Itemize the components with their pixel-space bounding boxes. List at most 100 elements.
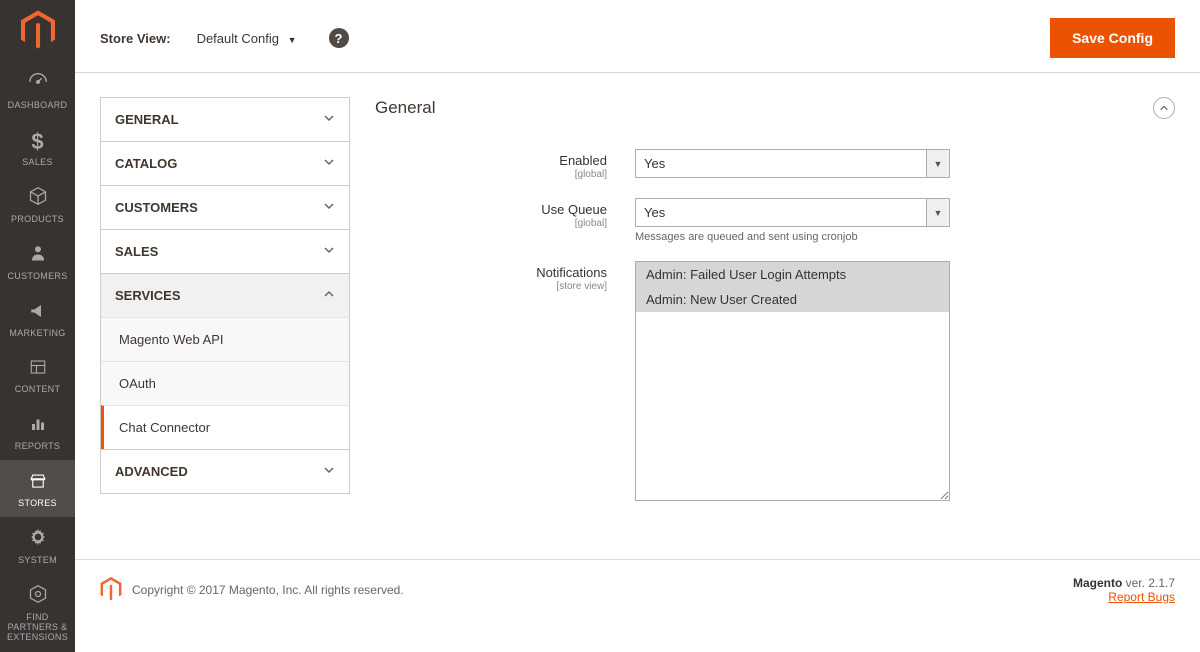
sidebar-item-sales[interactable]: $ SALES	[0, 119, 75, 176]
sidebar-label: SYSTEM	[18, 556, 57, 566]
save-config-button[interactable]: Save Config	[1050, 18, 1175, 58]
config-nav-link-oauth[interactable]: OAuth	[101, 361, 349, 405]
magento-logo-small	[100, 577, 122, 604]
config-nav-section-general: GENERAL	[101, 98, 349, 142]
field-input-col: Yes ▼	[635, 149, 950, 178]
multiselect-option[interactable]: Admin: Failed User Login Attempts	[636, 262, 949, 287]
sidebar-label: STORES	[18, 499, 57, 509]
field-row-enabled: Enabled [global] Yes ▼	[375, 149, 1175, 180]
sidebar-item-reports[interactable]: REPORTS	[0, 403, 75, 460]
gear-icon	[28, 527, 48, 553]
config-nav-header[interactable]: GENERAL	[101, 98, 349, 141]
sidebar-label: CUSTOMERS	[7, 272, 67, 282]
sidebar-item-partners[interactable]: FIND PARTNERS & EXTENSIONS	[0, 574, 75, 651]
megaphone-icon	[28, 300, 48, 326]
multiselect-option[interactable]: Admin: New User Created	[636, 287, 949, 312]
sidebar-label: MARKETING	[9, 329, 65, 339]
config-nav-section-catalog: CATALOG	[101, 142, 349, 186]
field-scope: [global]	[375, 218, 607, 229]
sidebar-item-marketing[interactable]: MARKETING	[0, 290, 75, 347]
field-label-col: Notifications [store view]	[375, 261, 635, 292]
sidebar-label: PRODUCTS	[11, 215, 64, 225]
sidebar-item-dashboard[interactable]: DASHBOARD	[0, 60, 75, 119]
sidebar-item-content[interactable]: CONTENT	[0, 346, 75, 403]
field-label: Use Queue	[541, 202, 607, 217]
field-row-notifications: Notifications [store view] Admin: Failed…	[375, 261, 1175, 501]
store-icon	[28, 470, 48, 496]
sidebar-label: CONTENT	[15, 385, 61, 395]
copyright-text: Copyright © 2017 Magento, Inc. All right…	[132, 583, 404, 597]
config-panel: General Enabled [global] Yes ▼ Use Queue	[375, 97, 1175, 519]
select-value: Yes	[635, 149, 926, 178]
config-nav-label: GENERAL	[115, 112, 179, 127]
collapse-section-button[interactable]	[1153, 97, 1175, 119]
dashboard-icon	[27, 70, 49, 98]
main-content: Store View: Default Config ▼ ? Save Conf…	[75, 0, 1200, 559]
config-nav-section-sales: SALES	[101, 230, 349, 274]
select-value: Yes	[635, 198, 926, 227]
sidebar-label: SALES	[22, 158, 53, 168]
footer: Copyright © 2017 Magento, Inc. All right…	[75, 559, 1200, 620]
notifications-multiselect[interactable]: Admin: Failed User Login Attempts Admin:…	[635, 261, 950, 501]
field-input-col: Admin: Failed User Login Attempts Admin:…	[635, 261, 950, 501]
store-view-label: Store View:	[100, 31, 171, 46]
config-nav: GENERAL CATALOG CUSTOMERS SALES	[100, 97, 350, 494]
config-nav-label: SALES	[115, 244, 158, 259]
store-view-switcher[interactable]: Default Config ▼	[191, 31, 297, 46]
cube-icon	[28, 186, 48, 212]
person-icon	[29, 243, 47, 269]
bar-chart-icon	[28, 413, 48, 439]
field-label: Notifications	[536, 265, 607, 280]
sidebar-item-stores[interactable]: STORES	[0, 460, 75, 517]
dollar-icon: $	[31, 129, 43, 155]
config-nav-header[interactable]: SERVICES	[101, 274, 349, 317]
field-input-col: Yes ▼ Messages are queued and sent using…	[635, 198, 950, 243]
field-label-col: Enabled [global]	[375, 149, 635, 180]
config-nav-section-customers: CUSTOMERS	[101, 186, 349, 230]
config-nav-link-web-api[interactable]: Magento Web API	[101, 317, 349, 361]
admin-sidebar: DASHBOARD $ SALES PRODUCTS CUSTOMERS MAR…	[0, 0, 75, 652]
sidebar-item-products[interactable]: PRODUCTS	[0, 176, 75, 233]
footer-right: Magento ver. 2.1.7 Report Bugs	[1073, 576, 1175, 604]
field-label: Enabled	[559, 153, 607, 168]
config-nav-header[interactable]: SALES	[101, 230, 349, 273]
config-nav-label: CATALOG	[115, 156, 177, 171]
config-nav-header[interactable]: CATALOG	[101, 142, 349, 185]
section-title-row: General	[375, 97, 1175, 119]
enabled-select[interactable]: Yes ▼	[635, 149, 950, 178]
magento-logo[interactable]	[0, 0, 75, 60]
layout-icon	[28, 356, 48, 382]
sidebar-label: FIND PARTNERS & EXTENSIONS	[4, 613, 71, 643]
partners-icon	[28, 584, 48, 610]
store-view-value: Default Config	[197, 31, 279, 46]
config-nav-header[interactable]: CUSTOMERS	[101, 186, 349, 229]
config-nav-label: ADVANCED	[115, 464, 188, 479]
field-scope: [store view]	[375, 281, 607, 292]
chevron-down-icon	[323, 244, 335, 259]
field-note: Messages are queued and sent using cronj…	[635, 231, 950, 243]
version-label: Magento	[1073, 576, 1122, 590]
use-queue-select[interactable]: Yes ▼	[635, 198, 950, 227]
config-nav-section-advanced: ADVANCED	[101, 450, 349, 493]
config-nav-section-services: SERVICES Magento Web API OAuth Chat Conn…	[101, 274, 349, 450]
report-bugs-link[interactable]: Report Bugs	[1108, 590, 1175, 604]
sidebar-item-system[interactable]: SYSTEM	[0, 517, 75, 574]
topbar: Store View: Default Config ▼ ? Save Conf…	[75, 0, 1200, 73]
config-nav-label: SERVICES	[115, 288, 181, 303]
version-number: ver. 2.1.7	[1122, 576, 1175, 590]
chevron-down-icon	[323, 200, 335, 215]
caret-down-icon: ▼	[288, 35, 297, 45]
field-row-use-queue: Use Queue [global] Yes ▼ Messages are qu…	[375, 198, 1175, 243]
field-label-col: Use Queue [global]	[375, 198, 635, 229]
chevron-down-icon	[323, 112, 335, 127]
chevron-up-icon	[323, 288, 335, 303]
sidebar-label: DASHBOARD	[8, 101, 68, 111]
config-nav-label: CUSTOMERS	[115, 200, 198, 215]
sidebar-label: REPORTS	[15, 442, 60, 452]
config-nav-link-chat-connector[interactable]: Chat Connector	[101, 405, 349, 449]
config-nav-header[interactable]: ADVANCED	[101, 450, 349, 493]
sidebar-item-customers[interactable]: CUSTOMERS	[0, 233, 75, 290]
chevron-down-icon	[323, 464, 335, 479]
section-title: General	[375, 98, 435, 118]
help-icon[interactable]: ?	[329, 28, 349, 48]
